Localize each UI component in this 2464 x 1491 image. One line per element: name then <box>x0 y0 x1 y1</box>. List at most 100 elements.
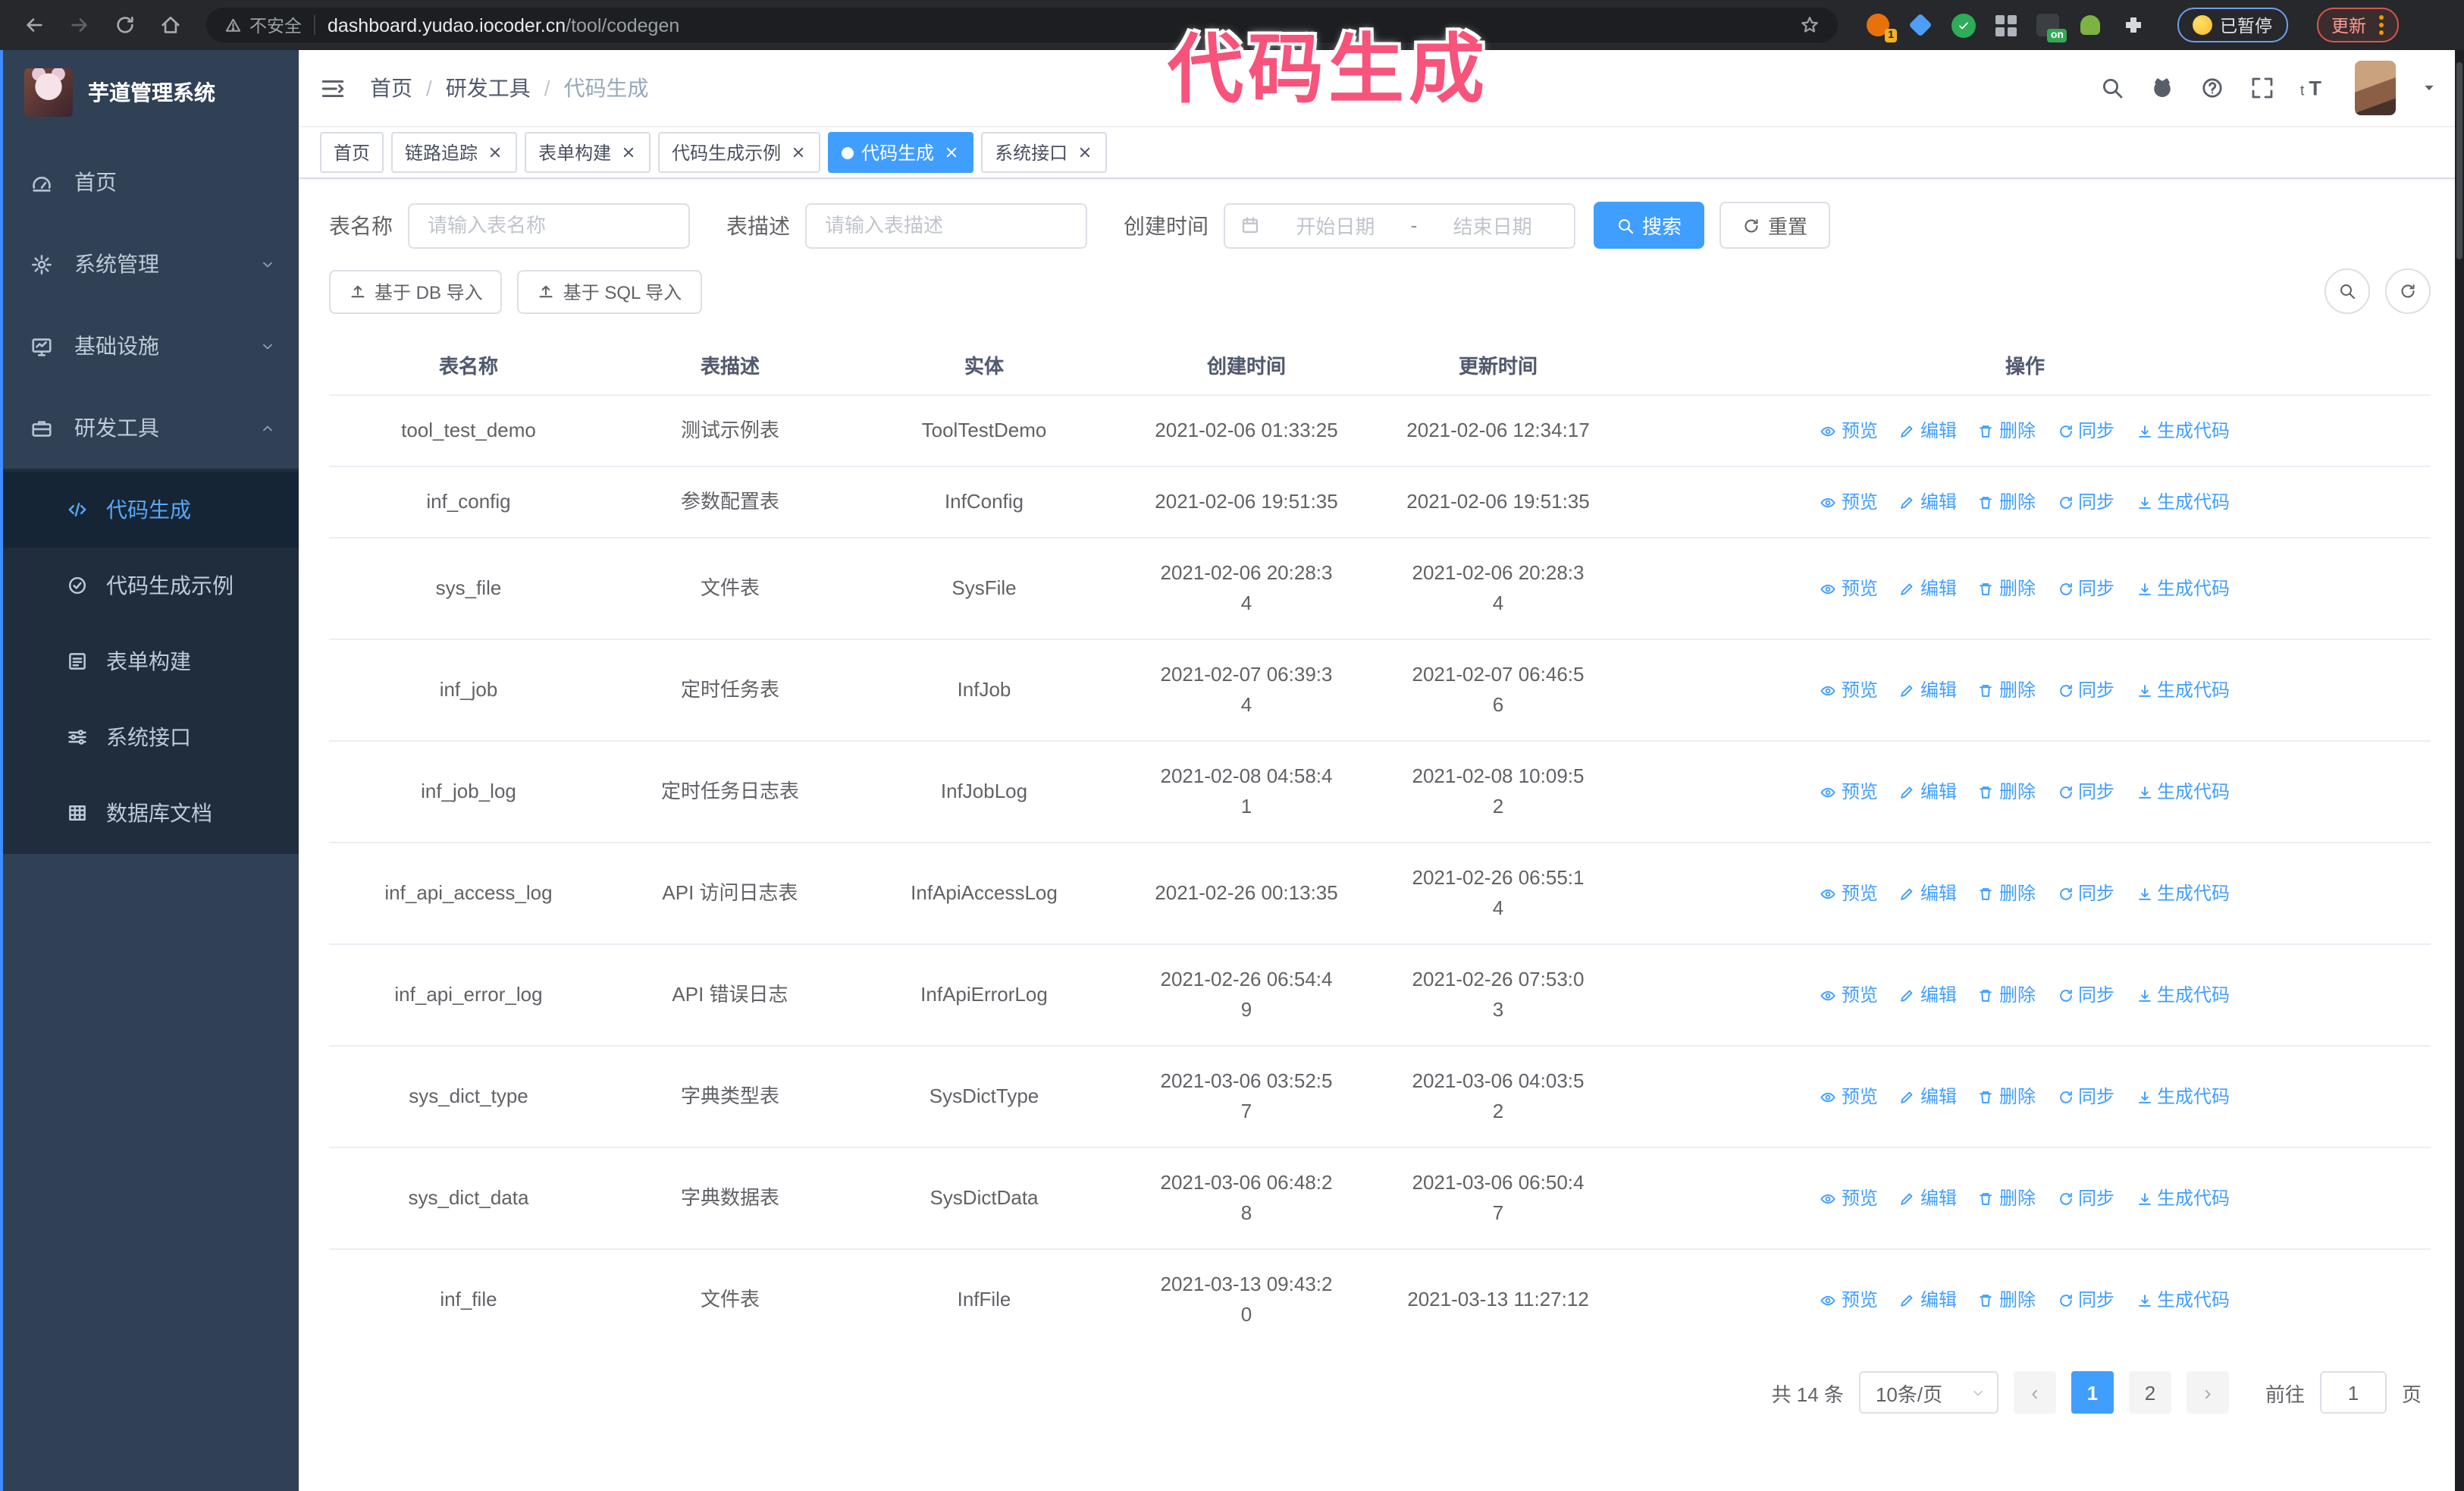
generate-code-link[interactable]: 生成代码 <box>2136 1285 2230 1315</box>
table-name-input[interactable] <box>408 202 690 248</box>
preview-link[interactable]: 预览 <box>1820 487 1878 517</box>
sync-link[interactable]: 同步 <box>2057 487 2114 517</box>
extension-icon-green-figure[interactable] <box>2077 12 2103 38</box>
edit-link[interactable]: 编辑 <box>1899 573 1957 604</box>
tag-item[interactable]: 代码生成 <box>828 132 974 173</box>
next-page-button[interactable]: › <box>2186 1371 2229 1414</box>
preview-link[interactable]: 预览 <box>1820 980 1878 1010</box>
preview-link[interactable]: 预览 <box>1820 675 1878 705</box>
tag-item[interactable]: 代码生成示例 <box>658 132 821 173</box>
user-avatar[interactable] <box>2355 61 2396 115</box>
edit-link[interactable]: 编辑 <box>1899 416 1957 446</box>
delete-link[interactable]: 删除 <box>1978 980 2036 1010</box>
sync-link[interactable]: 同步 <box>2057 1081 2114 1112</box>
reload-icon[interactable] <box>106 7 143 43</box>
generate-code-link[interactable]: 生成代码 <box>2136 1081 2230 1112</box>
extension-icon-dark[interactable]: on <box>2035 12 2067 42</box>
search-icon[interactable] <box>2100 76 2124 100</box>
reset-button[interactable]: 重置 <box>1719 202 1831 249</box>
show-search-button[interactable] <box>2324 268 2370 314</box>
prev-page-button[interactable]: ‹ <box>2013 1371 2056 1414</box>
browser-scrollbar[interactable] <box>2455 50 2464 1491</box>
edit-link[interactable]: 编辑 <box>1899 675 1957 705</box>
delete-link[interactable]: 删除 <box>1978 777 2036 807</box>
delete-link[interactable]: 删除 <box>1978 675 2036 705</box>
sidebar-submenu-item[interactable]: 代码生成 <box>0 472 299 548</box>
sync-link[interactable]: 同步 <box>2057 777 2114 807</box>
date-range-picker[interactable]: 开始日期 - 结束日期 <box>1224 202 1575 248</box>
tag-close-icon[interactable] <box>487 144 503 161</box>
tag-close-icon[interactable] <box>943 144 960 161</box>
tag-close-icon[interactable] <box>790 144 807 161</box>
generate-code-link[interactable]: 生成代码 <box>2136 487 2230 517</box>
extension-icon-grid[interactable] <box>1992 12 2018 38</box>
sync-link[interactable]: 同步 <box>2057 573 2114 604</box>
extension-icon-check[interactable] <box>1950 12 1976 38</box>
extension-icon-drop[interactable] <box>1908 12 1933 38</box>
generate-code-link[interactable]: 生成代码 <box>2136 675 2230 705</box>
sync-link[interactable]: 同步 <box>2057 1285 2114 1315</box>
generate-code-link[interactable]: 生成代码 <box>2136 573 2230 604</box>
page-number-button[interactable]: 2 <box>2128 1371 2171 1414</box>
import-sql-button[interactable]: 基于 SQL 导入 <box>517 269 702 313</box>
preview-link[interactable]: 预览 <box>1820 777 1878 807</box>
edit-link[interactable]: 编辑 <box>1899 487 1957 517</box>
delete-link[interactable]: 删除 <box>1978 1081 2036 1112</box>
avatar-caret-down-icon[interactable] <box>2422 80 2437 96</box>
sidebar-menu-item[interactable]: 基础设施 <box>0 305 299 387</box>
sidebar-menu-item[interactable]: 首页 <box>0 141 299 223</box>
preview-link[interactable]: 预览 <box>1820 1285 1878 1315</box>
sync-link[interactable]: 同步 <box>2057 416 2114 446</box>
security-chip[interactable]: 不安全 <box>224 13 302 37</box>
browser-menu-icon[interactable] <box>2378 15 2383 35</box>
sidebar-submenu-item[interactable]: 表单构建 <box>0 623 299 699</box>
scrollbar-thumb[interactable] <box>2456 62 2462 259</box>
back-icon[interactable] <box>15 7 52 43</box>
generate-code-link[interactable]: 生成代码 <box>2136 416 2230 446</box>
edit-link[interactable]: 编辑 <box>1899 1183 1957 1213</box>
tag-item[interactable]: 链路追踪 <box>391 132 518 173</box>
delete-link[interactable]: 删除 <box>1978 1183 2036 1213</box>
preview-link[interactable]: 预览 <box>1820 1081 1878 1112</box>
github-icon[interactable] <box>2150 76 2174 100</box>
sidebar-submenu-item[interactable]: 数据库文档 <box>0 775 299 851</box>
edit-link[interactable]: 编辑 <box>1899 980 1957 1010</box>
generate-code-link[interactable]: 生成代码 <box>2136 1183 2230 1213</box>
edit-link[interactable]: 编辑 <box>1899 1285 1957 1315</box>
generate-code-link[interactable]: 生成代码 <box>2136 878 2230 909</box>
sync-link[interactable]: 同步 <box>2057 675 2114 705</box>
delete-link[interactable]: 删除 <box>1978 1285 2036 1315</box>
delete-link[interactable]: 删除 <box>1978 416 2036 446</box>
breadcrumb-home[interactable]: 首页 <box>370 73 412 103</box>
paused-extension-pill[interactable]: 已暂停 <box>2177 8 2287 42</box>
preview-link[interactable]: 预览 <box>1820 416 1878 446</box>
sync-link[interactable]: 同步 <box>2057 1183 2114 1213</box>
sidebar-menu-item[interactable]: 研发工具 <box>0 387 299 469</box>
forward-icon[interactable] <box>61 7 97 43</box>
hamburger-icon[interactable] <box>320 75 346 101</box>
extension-icon-orange[interactable]: 1 <box>1865 12 1897 42</box>
sync-link[interactable]: 同步 <box>2057 878 2114 909</box>
bookmark-star-icon[interactable] <box>1800 15 1820 35</box>
sidebar-submenu-item[interactable]: 系统接口 <box>0 699 299 775</box>
generate-code-link[interactable]: 生成代码 <box>2136 777 2230 807</box>
table-desc-input[interactable] <box>805 202 1087 248</box>
edit-link[interactable]: 编辑 <box>1899 777 1957 807</box>
page-number-button[interactable]: 1 <box>2071 1371 2114 1414</box>
edit-link[interactable]: 编辑 <box>1899 1081 1957 1112</box>
tag-close-icon[interactable] <box>620 144 637 161</box>
tag-item[interactable]: 表单构建 <box>525 132 651 173</box>
sidebar-logo[interactable]: 芋道管理系统 <box>0 50 299 135</box>
address-bar[interactable]: 不安全 dashboard.yudao.iocoder.cn/tool/code… <box>206 8 1838 42</box>
delete-link[interactable]: 删除 <box>1978 573 2036 604</box>
breadcrumb-devtools[interactable]: 研发工具 <box>446 73 531 103</box>
delete-link[interactable]: 删除 <box>1978 487 2036 517</box>
delete-link[interactable]: 删除 <box>1978 878 2036 909</box>
fontsize-icon[interactable]: tT <box>2300 76 2329 100</box>
tag-item[interactable]: 系统接口 <box>981 132 1108 173</box>
page-size-select[interactable]: 10条/页 <box>1858 1371 1998 1414</box>
puzzle-extensions-icon[interactable] <box>2120 12 2146 38</box>
goto-page-input[interactable] <box>2319 1371 2387 1414</box>
search-button[interactable]: 搜索 <box>1594 202 1705 249</box>
refresh-table-button[interactable] <box>2385 268 2431 314</box>
